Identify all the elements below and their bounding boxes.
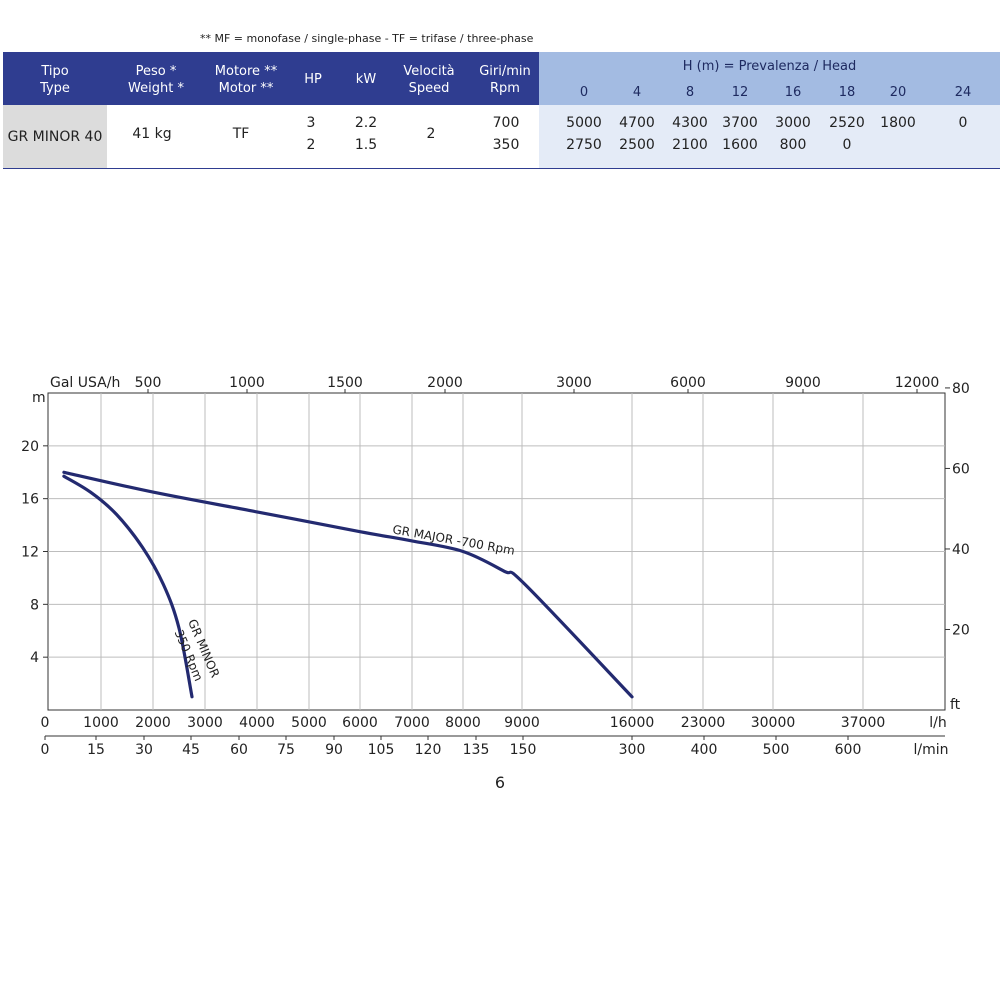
x-top-tick-label: 1000 xyxy=(229,375,265,391)
y-left-tick-label: 20 xyxy=(21,439,39,455)
x-top-tick-label: 500 xyxy=(135,375,162,391)
y-right-tick-label: 60 xyxy=(952,461,970,477)
x-bottom-tick-label: 150 xyxy=(510,742,537,758)
x-bottom-tick-label: 60 xyxy=(230,742,248,758)
cell-rpm-1: 700 xyxy=(492,115,520,131)
x-main-tick-label: 3000 xyxy=(187,715,223,731)
cell-hp-1: 3 xyxy=(306,115,316,131)
x-top-tick-label: 3000 xyxy=(556,375,592,391)
cell-speed: 2 xyxy=(426,126,436,142)
y-right-tick-label: 40 xyxy=(952,542,970,558)
head-value: 0 xyxy=(579,85,589,100)
x-top-tick-label: 9000 xyxy=(785,375,821,391)
header-hp: HP xyxy=(304,72,322,87)
x-bottom-tick-label: 0 xyxy=(41,742,50,758)
cell-rpm-2: 350 xyxy=(492,137,520,153)
x-main-tick-label: 16000 xyxy=(610,715,655,731)
x-bottom-tick-label: 75 xyxy=(277,742,295,758)
cell-kw-2: 1.5 xyxy=(354,137,378,153)
x-main-tick-label: 37000 xyxy=(841,715,886,731)
flow-value: 0 xyxy=(958,115,968,131)
x-bottom-tick-label: 300 xyxy=(619,742,646,758)
x-main-tick-label: 8000 xyxy=(445,715,481,731)
performance-table: Tipo Type Peso * Weight * Motore ** Motor *… xyxy=(3,52,1000,169)
x-top-tick-label: 6000 xyxy=(670,375,706,391)
x-main-tick-label: 2000 xyxy=(135,715,171,731)
header-head-title: H (m) = Prevalenza / Head xyxy=(682,59,857,74)
page-number: 6 xyxy=(494,773,506,792)
y-left-tick-label: 16 xyxy=(21,492,39,508)
x-main-tick-label: 7000 xyxy=(394,715,430,731)
y-right-tick-label: 20 xyxy=(952,622,970,638)
y-left-tick-label: 4 xyxy=(30,650,39,666)
y-right-unit: ft xyxy=(950,697,961,713)
x-top-tick-label: 1500 xyxy=(327,375,363,391)
flow-value: 2500 xyxy=(619,137,655,153)
cell-hp-2: 2 xyxy=(306,137,316,153)
header-kw: kW xyxy=(355,72,377,87)
x-main-tick-label: 4000 xyxy=(239,715,275,731)
y-left-tick-label: 8 xyxy=(30,597,39,613)
flow-value: 2750 xyxy=(566,137,602,153)
pump-curve-chart: 4 8 12 16 20 m 20 40 60 80 ft Gal USA/h 500 1000 1500 2… xyxy=(0,360,1000,820)
header-speed: Velocità Speed xyxy=(403,64,455,96)
x-bottom-tick-label: 120 xyxy=(415,742,442,758)
flow-value: 1600 xyxy=(722,137,758,153)
flow-value: 3000 xyxy=(775,115,811,131)
header-type: Tipo Type xyxy=(40,64,70,96)
cell-kw-1: 2.2 xyxy=(354,115,378,131)
flow-value: 1800 xyxy=(880,115,916,131)
x-main-tick-label: 5000 xyxy=(291,715,327,731)
x-bottom-tick-label: 15 xyxy=(87,742,105,758)
y-left-tick-label: 12 xyxy=(21,545,39,561)
x-bottom-tick-label: 45 xyxy=(182,742,200,758)
flow-value: 4700 xyxy=(619,115,655,131)
chart-svg: 48121620m20406080ftGal USA/h 500 1000 1500 2… xyxy=(21,375,970,758)
x-bottom-tick-label: 30 xyxy=(135,742,153,758)
x-bottom-tick-label: 105 xyxy=(368,742,395,758)
flow-value: 800 xyxy=(779,137,807,153)
x-main-tick-label: 0 xyxy=(41,715,50,731)
head-value: 20 xyxy=(889,85,907,100)
x-top-tick-label: 2000 xyxy=(427,375,463,391)
header-weight: Peso * Weight * xyxy=(128,64,184,96)
flow-value: 3700 xyxy=(722,115,758,131)
x-main-tick-label: 6000 xyxy=(342,715,378,731)
head-value: 12 xyxy=(731,85,749,100)
x-main-tick-label: 9000 xyxy=(504,715,540,731)
x-bottom-tick-label: 500 xyxy=(763,742,790,758)
cell-type: GR MINOR 40 xyxy=(7,129,103,145)
head-value: 4 xyxy=(632,85,642,100)
x-top-tick-label: 12000 xyxy=(895,375,940,391)
cell-weight: 41 kg xyxy=(132,126,172,142)
y-right-tick-label: 80 xyxy=(952,381,970,397)
y-left-unit: m xyxy=(32,390,46,406)
flow-value: 0 xyxy=(842,137,852,153)
x-main-tick-label: 23000 xyxy=(681,715,726,731)
x-bottom-tick-label: 90 xyxy=(325,742,343,758)
flow-value: 5000 xyxy=(566,115,602,131)
header-motor: Motore ** Motor ** xyxy=(214,64,278,96)
x-top-unit: Gal USA/h xyxy=(50,375,120,391)
x-bottom-tick-label: 400 xyxy=(691,742,718,758)
cell-motor: TF xyxy=(232,126,250,142)
head-value: 16 xyxy=(784,85,802,100)
x-bottom-tick-label: 600 xyxy=(835,742,862,758)
header-rpm: Giri/min Rpm xyxy=(479,64,531,96)
x-main-tick-label: 30000 xyxy=(751,715,796,731)
x-bottom-unit: l/min xyxy=(913,742,948,758)
x-main-unit: l/h xyxy=(929,715,946,731)
x-bottom-tick-label: 135 xyxy=(463,742,490,758)
phase-note: ** MF = monofase / single-phase - TF = t… xyxy=(200,32,534,45)
head-value: 24 xyxy=(954,85,972,100)
x-main-tick-label: 1000 xyxy=(83,715,119,731)
